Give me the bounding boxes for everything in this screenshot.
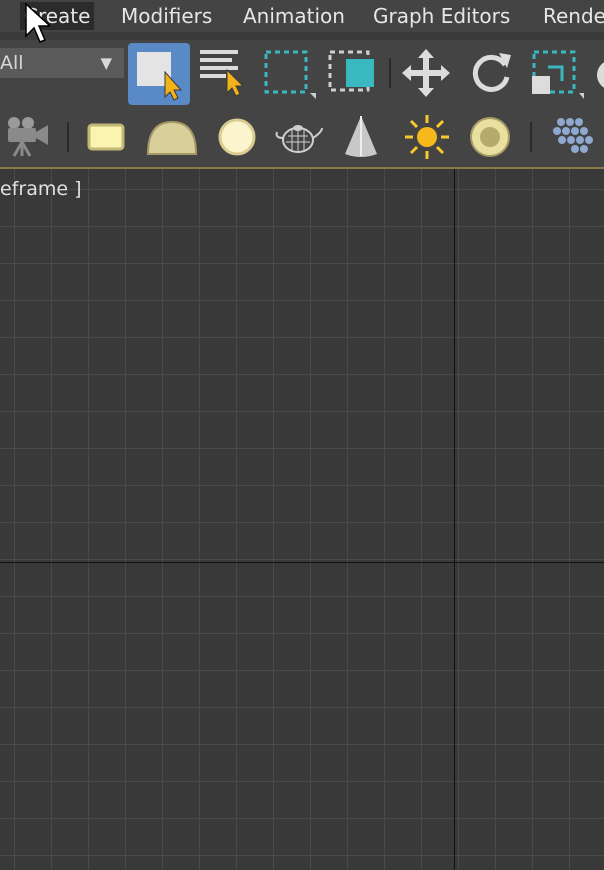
dome-light-icon	[146, 120, 198, 155]
menu-animation[interactable]: Animation	[239, 2, 349, 30]
disc-light-button[interactable]	[463, 110, 517, 164]
select-manipulate-button[interactable]	[592, 55, 604, 95]
viewport-axis-horizontal	[0, 562, 604, 563]
move-icon	[402, 49, 450, 97]
camera-button[interactable]	[2, 110, 56, 164]
grid-object-icon	[553, 118, 593, 153]
rectangular-selection-region-icon	[264, 50, 316, 99]
toolbar-separator	[389, 58, 391, 88]
sun-icon	[405, 115, 449, 159]
scale-button[interactable]	[526, 43, 588, 105]
chevron-down-icon: ▼	[100, 54, 112, 72]
area-light-icon	[87, 123, 125, 151]
select-by-name-icon	[200, 50, 245, 97]
sphere-light-button[interactable]	[210, 110, 264, 164]
viewport-label[interactable]: eframe ]	[0, 178, 81, 200]
viewport-axis-vertical	[454, 169, 455, 870]
partial-icon	[597, 62, 604, 88]
window-crossing-button[interactable]	[322, 43, 384, 105]
selection-region-button[interactable]	[258, 43, 320, 105]
menu-modifiers[interactable]: Modifiers	[117, 2, 216, 30]
spot-light-button[interactable]	[335, 110, 389, 164]
viewport[interactable]	[0, 169, 604, 870]
toolbar-separator	[530, 122, 532, 152]
select-by-name-button[interactable]	[194, 43, 256, 105]
toolbar-separator	[67, 122, 69, 152]
grid-object-button[interactable]	[545, 110, 599, 164]
menu-bar: Create Modifiers Animation Graph Editors…	[0, 0, 604, 32]
area-light-button[interactable]	[80, 110, 134, 164]
scale-icon	[532, 50, 584, 99]
mesh-light-button[interactable]	[272, 110, 326, 164]
selection-filter-value: All	[0, 52, 24, 74]
selection-filter-dropdown[interactable]: All ▼	[0, 48, 124, 78]
teapot-icon	[275, 125, 323, 153]
cone-light-icon	[345, 116, 377, 157]
sphere-light-icon	[218, 118, 256, 156]
select-object-button[interactable]	[128, 43, 190, 105]
menu-rendering[interactable]: Rende	[539, 2, 604, 30]
dome-light-button[interactable]	[144, 110, 198, 164]
sun-light-button[interactable]	[400, 110, 454, 164]
window-crossing-icon	[328, 50, 374, 92]
rotate-button[interactable]	[461, 43, 523, 105]
disc-light-icon	[470, 117, 510, 157]
rotate-icon	[472, 53, 511, 92]
mouse-cursor-icon	[24, 2, 52, 48]
menu-graph-editors[interactable]: Graph Editors	[369, 2, 514, 30]
camera-icon	[8, 117, 48, 157]
select-object-icon	[137, 52, 183, 101]
move-button[interactable]	[396, 43, 458, 105]
